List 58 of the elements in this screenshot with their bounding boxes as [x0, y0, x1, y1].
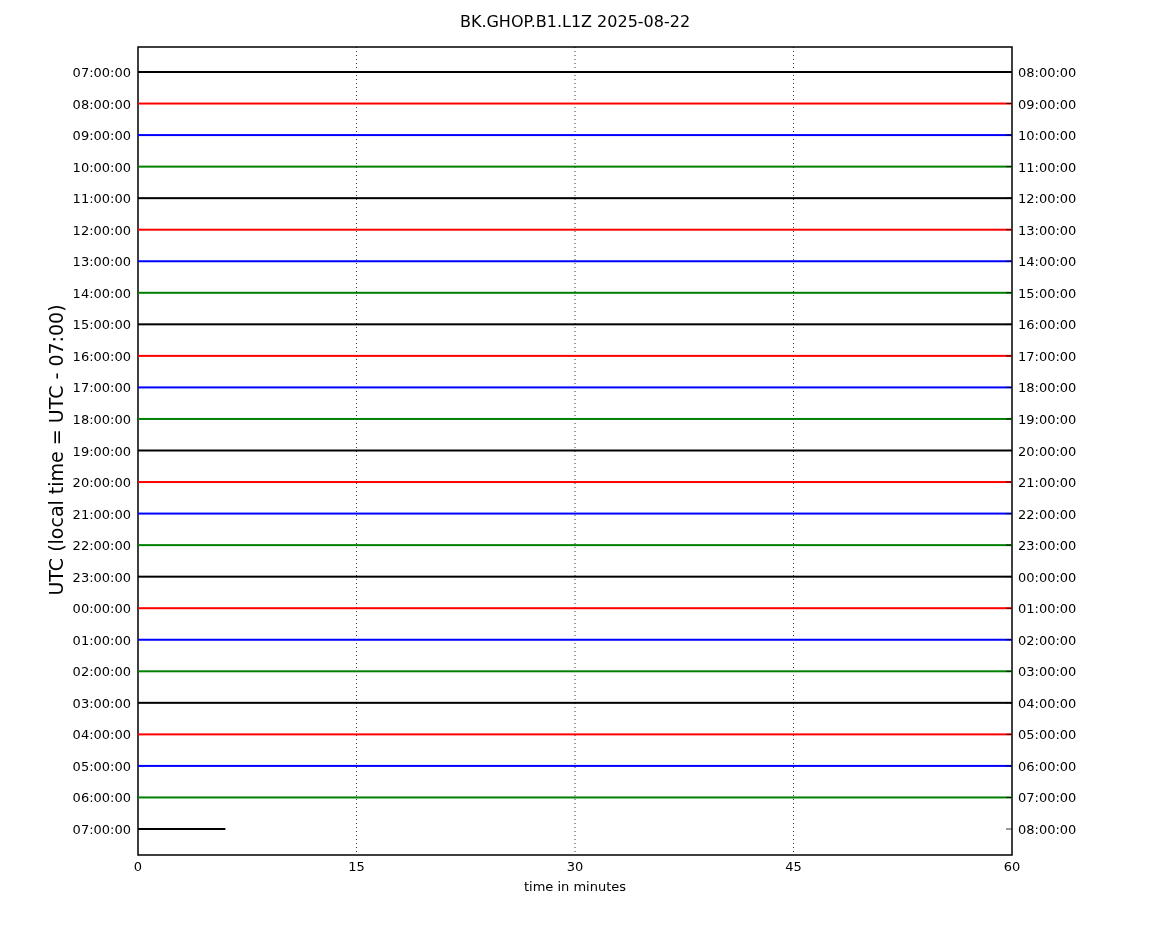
y-tick-label: 06:00:00	[1018, 758, 1077, 774]
y-tick-label: 22:00:00	[1018, 506, 1077, 522]
y-tick-label: 09:00:00	[72, 128, 131, 144]
y-tick-label: 05:00:00	[1018, 727, 1077, 743]
y-tick-label: 10:00:00	[1018, 128, 1077, 144]
y-tick-label: 23:00:00	[1018, 538, 1077, 554]
x-tick-label: 0	[133, 859, 143, 874]
y-tick-label: 00:00:00	[72, 601, 131, 617]
y-tick-label: 12:00:00	[1018, 191, 1077, 207]
y-tick-label: 11:00:00	[1018, 159, 1077, 175]
y-tick-label: 06:00:00	[72, 790, 131, 806]
y-tick-label: 17:00:00	[72, 380, 131, 396]
y-tick-label: 11:00:00	[72, 191, 131, 207]
y-tick-label: 00:00:00	[1018, 569, 1077, 585]
y-tick-label: 04:00:00	[72, 727, 131, 743]
y-tick-label: 17:00:00	[1018, 348, 1077, 364]
y-tick-label: 07:00:00	[1018, 790, 1077, 806]
y-tick-label: 05:00:00	[72, 758, 131, 774]
y-tick-label: 19:00:00	[72, 443, 131, 459]
plot-title: BK.GHOP.B1.L1Z 2025-08-22	[459, 12, 691, 31]
y-tick-label: 07:00:00	[72, 822, 131, 837]
y-tick-label: 08:00:00	[72, 96, 131, 112]
y-tick-label: 08:00:00	[1018, 65, 1077, 80]
y-axis-label: UTC (local time = UTC - 07:00)	[45, 304, 67, 596]
y-tick-label: 16:00:00	[72, 348, 131, 364]
y-tick-label: 01:00:00	[1018, 601, 1077, 617]
y-tick-label: 07:00:00	[72, 65, 131, 80]
x-tick-label: 15	[348, 859, 365, 874]
y-tick-label: 15:00:00	[72, 317, 131, 333]
y-tick-label: 14:00:00	[1018, 254, 1077, 270]
y-tick-label: 01:00:00	[72, 632, 131, 648]
x-tick-label: 45	[785, 859, 802, 874]
x-axis-label: time in minutes	[523, 879, 627, 894]
y-tick-label: 23:00:00	[72, 569, 131, 585]
y-tick-label: 09:00:00	[1018, 96, 1077, 112]
y-tick-label: 18:00:00	[1018, 380, 1077, 396]
y-tick-label: 15:00:00	[1018, 285, 1077, 301]
y-tick-label: 14:00:00	[72, 285, 131, 301]
y-tick-label: 03:00:00	[72, 695, 131, 711]
y-tick-label: 10:00:00	[72, 159, 131, 175]
y-tick-label: 03:00:00	[1018, 664, 1077, 680]
x-tick-label: 60	[1003, 859, 1021, 874]
y-tick-label: 16:00:00	[1018, 317, 1077, 333]
y-tick-label: 12:00:00	[72, 222, 131, 238]
y-tick-label: 08:00:00	[1018, 822, 1077, 837]
y-tick-label: 02:00:00	[72, 664, 131, 680]
y-tick-label: 13:00:00	[1018, 222, 1077, 238]
y-tick-label: 13:00:00	[72, 254, 131, 270]
y-tick-label: 20:00:00	[1018, 443, 1077, 459]
y-tick-label: 20:00:00	[72, 475, 131, 491]
y-tick-label: 02:00:00	[1018, 632, 1077, 648]
x-tick-label: 30	[566, 859, 584, 874]
y-tick-label: 19:00:00	[1018, 411, 1077, 427]
y-tick-label: 22:00:00	[72, 538, 131, 554]
y-tick-label: 18:00:00	[72, 411, 131, 427]
y-tick-label: 04:00:00	[1018, 695, 1077, 711]
y-tick-label: 21:00:00	[72, 506, 131, 522]
y-tick-label: 21:00:00	[1018, 475, 1077, 491]
